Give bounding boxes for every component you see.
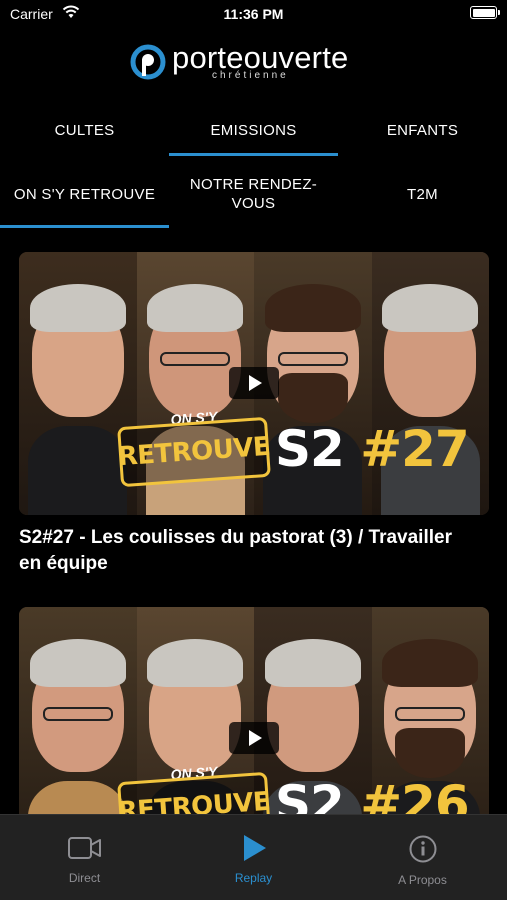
tab-enfants[interactable]: ENFANTS <box>338 104 507 156</box>
tab-emissions[interactable]: EMISSIONS <box>169 104 338 156</box>
nav-a-propos-label: A Propos <box>398 873 447 887</box>
category-tabs: CULTES EMISSIONS ENFANTS <box>0 104 507 156</box>
season-label: S2 <box>275 775 345 814</box>
episode-number: #26 <box>360 775 469 814</box>
logo-mark-icon <box>130 44 166 80</box>
video-thumbnail[interactable]: ON S'Y RETROUVE S2 #26 <box>19 607 489 814</box>
nav-direct-label: Direct <box>68 871 101 885</box>
status-time: 11:36 PM <box>223 6 284 22</box>
video-title[interactable]: S2#27 - Les coulisses du pastorat (3) / … <box>19 525 479 577</box>
play-icon <box>249 730 262 746</box>
video-thumbnail[interactable]: ON S'Y RETROUVE S2 #27 <box>19 252 489 515</box>
play-button[interactable] <box>229 367 279 399</box>
video-camera-icon <box>67 837 101 859</box>
info-icon <box>409 835 436 863</box>
nav-a-propos[interactable]: A Propos <box>338 815 507 900</box>
logo-subtitle: chrétienne <box>212 70 289 81</box>
thumbnail-photo <box>19 252 137 515</box>
nav-replay[interactable]: Replay <box>169 815 338 900</box>
battery-icon <box>470 6 500 19</box>
play-icon <box>243 835 266 861</box>
video-card[interactable]: ON S'Y RETROUVE S2 #26 <box>19 607 489 814</box>
tab-on-sy-retrouve[interactable]: ON S'Y RETROUVE <box>0 160 169 228</box>
tab-notre-rendez-vous[interactable]: NOTRE RENDEZ-VOUS <box>169 160 338 228</box>
bottom-tab-bar: Direct Replay A Propos <box>0 814 507 900</box>
show-tabs: ON S'Y RETROUVE NOTRE RENDEZ-VOUS T2M <box>0 160 507 228</box>
badge-text: RETROUVE <box>116 431 272 473</box>
nav-replay-label: Replay <box>234 871 273 885</box>
video-card[interactable]: ON S'Y RETROUVE S2 #27 S2#27 - Les couli… <box>19 252 489 577</box>
episode-code: S2 #26 <box>275 775 470 814</box>
episode-code: S2 #27 <box>275 420 470 478</box>
nav-direct[interactable]: Direct <box>0 815 169 900</box>
tab-cultes[interactable]: CULTES <box>0 104 169 156</box>
tab-t2m[interactable]: T2M <box>338 160 507 228</box>
show-badge: RETROUVE <box>116 416 272 488</box>
season-label: S2 <box>275 420 345 478</box>
play-button[interactable] <box>229 722 279 754</box>
thumbnail-photo <box>19 607 137 814</box>
badge-text: RETROUVE <box>116 786 272 814</box>
video-list[interactable]: ON S'Y RETROUVE S2 #27 S2#27 - Les couli… <box>19 252 489 814</box>
status-bar: Carrier 11:36 PM <box>0 0 507 28</box>
app-logo: porteouverte chrétienne <box>0 40 507 84</box>
episode-number: #27 <box>360 420 469 478</box>
play-icon <box>249 375 262 391</box>
